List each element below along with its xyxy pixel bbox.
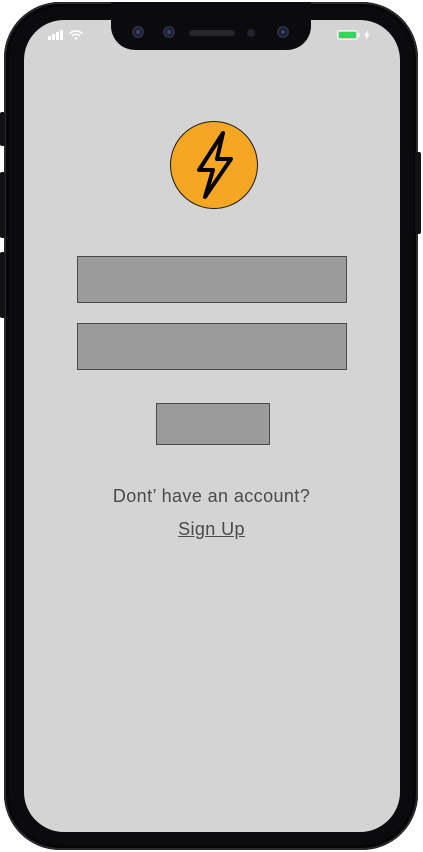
signup-prompt: Dont’ have an account? <box>112 486 311 506</box>
status-bar-left <box>48 28 83 40</box>
wifi-icon <box>69 30 83 40</box>
username-field[interactable] <box>77 256 347 303</box>
battery-level-fill <box>339 32 356 38</box>
lightning-bolt-icon <box>197 131 233 199</box>
login-button[interactable] <box>156 403 270 445</box>
earpiece-speaker <box>189 30 235 36</box>
cellular-signal-icon <box>48 30 63 40</box>
dot-projector-icon <box>277 26 289 38</box>
app-logo <box>170 121 258 209</box>
front-camera-icon <box>132 26 144 38</box>
charging-lightning-bolt-icon <box>364 30 370 40</box>
password-field[interactable] <box>77 323 347 370</box>
volume-up-button <box>0 172 5 238</box>
volume-down-button <box>0 252 5 318</box>
power-button <box>415 152 421 234</box>
battery-icon <box>337 30 360 40</box>
status-bar-right <box>337 29 371 41</box>
signup-link[interactable]: Sign Up <box>0 519 423 540</box>
notch <box>111 2 311 50</box>
mute-switch <box>0 112 5 146</box>
face-id-camera-icon <box>163 26 175 38</box>
proximity-sensor <box>247 29 255 37</box>
